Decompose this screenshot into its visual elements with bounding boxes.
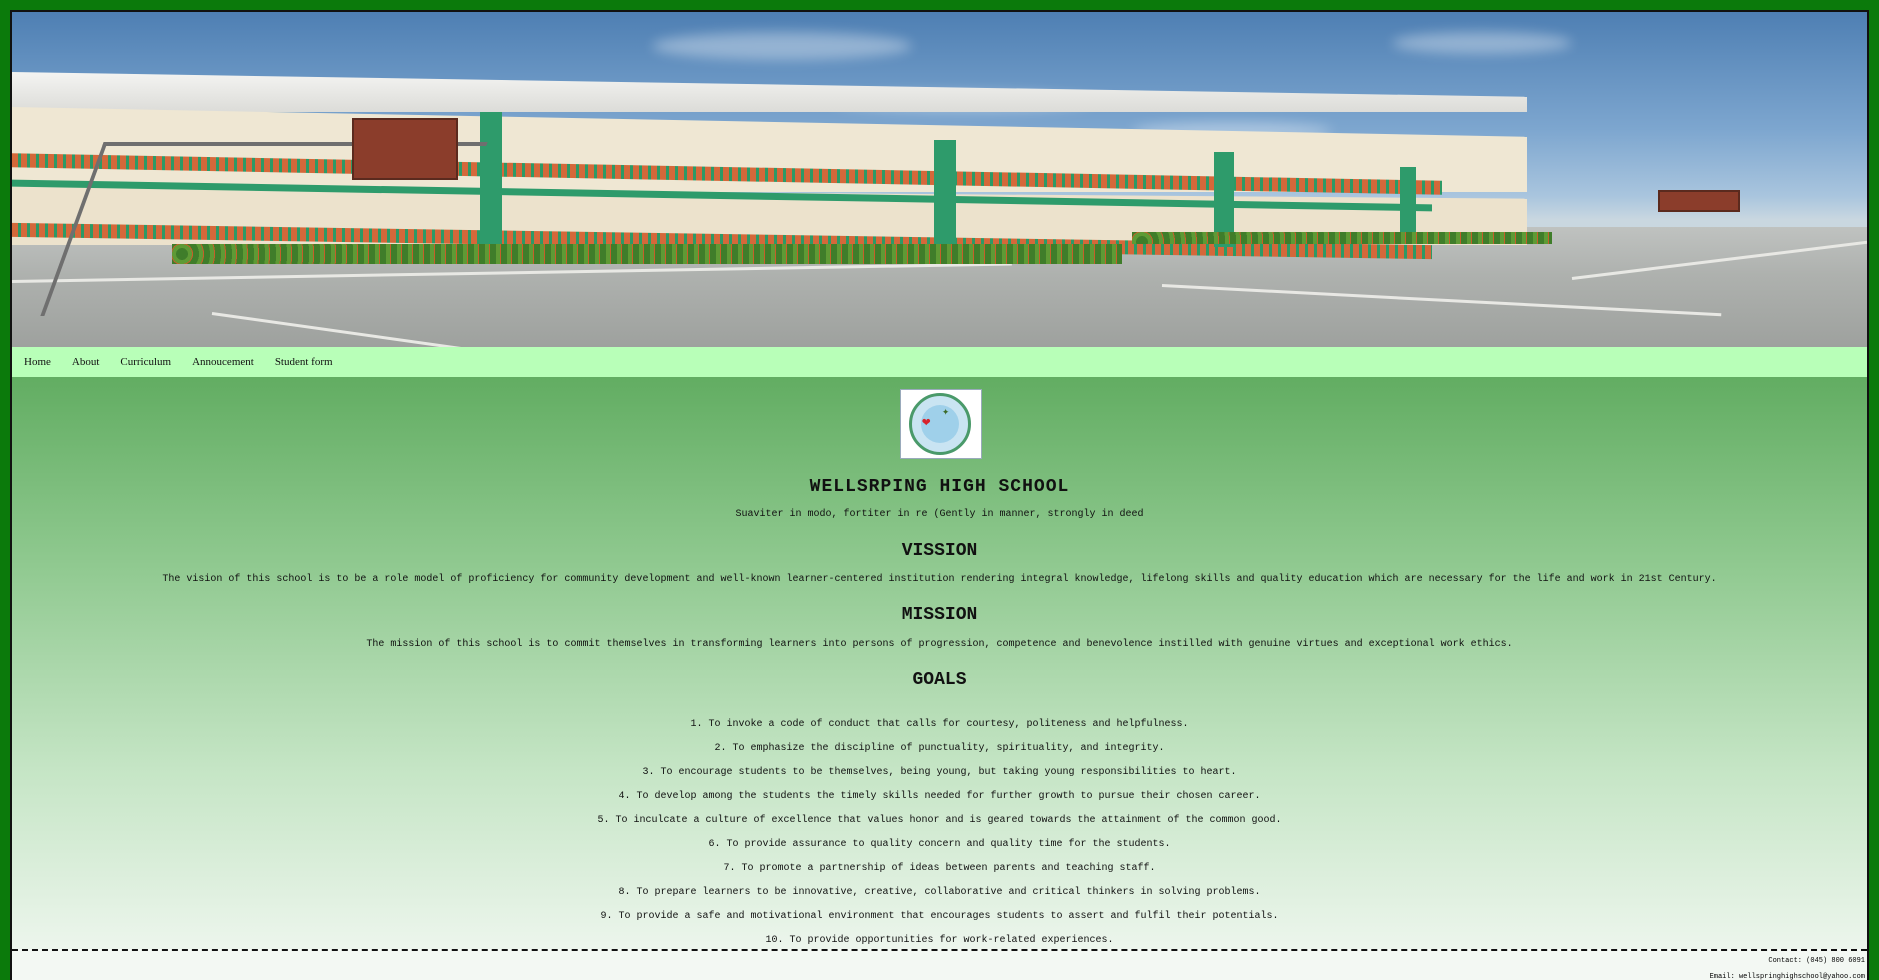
goal-item: 5. To inculcate a culture of excellence … — [597, 815, 1282, 826]
nav-home[interactable]: Home — [24, 356, 51, 368]
footer-email: Email: wellspringhighschool@yahoo.com — [1709, 973, 1865, 980]
main-content: ❤ ✦ WELLSRPING HIGH SCHOOL Suaviter in m… — [12, 377, 1867, 980]
goals-list: 1. To invoke a code of conduct that call… — [12, 713, 1867, 953]
vission-heading: VISSION — [901, 541, 978, 561]
school-title: WELLSRPING HIGH SCHOOL — [809, 477, 1070, 497]
goal-item: 2. To emphasize the discipline of punctu… — [714, 743, 1165, 754]
mission-text: The mission of this school is to commit … — [366, 639, 1513, 650]
page-frame: Home About Curriculum Annoucement Studen… — [10, 10, 1869, 980]
goal-item: 3. To encourage students to be themselve… — [642, 767, 1237, 778]
goals-heading: GOALS — [912, 670, 967, 690]
mission-heading: MISSION — [901, 605, 978, 625]
footer: Contact: (045) 800 6091 Email: wellsprin… — [12, 949, 1867, 980]
footer-contact: Contact: (045) 800 6091 — [1768, 957, 1865, 965]
nav-about[interactable]: About — [72, 356, 100, 368]
main-nav: Home About Curriculum Annoucement Studen… — [12, 347, 1867, 377]
goal-item: 7. To promote a partnership of ideas bet… — [723, 863, 1156, 874]
nav-announcement[interactable]: Annoucement — [192, 356, 254, 368]
goal-item: 8. To prepare learners to be innovative,… — [618, 887, 1261, 898]
vission-text: The vision of this school is to be a rol… — [162, 574, 1717, 585]
goal-item: 9. To provide a safe and motivational en… — [600, 911, 1279, 922]
goal-item: 1. To invoke a code of conduct that call… — [690, 719, 1189, 730]
school-motto: Suaviter in modo, fortiter in re (Gently… — [735, 509, 1144, 520]
goal-item: 6. To provide assurance to quality conce… — [708, 839, 1171, 850]
nav-curriculum[interactable]: Curriculum — [120, 356, 171, 368]
banner-image — [12, 12, 1867, 347]
nav-student-form[interactable]: Student form — [275, 356, 333, 368]
goal-item: 4. To develop among the students the tim… — [618, 791, 1261, 802]
school-seal-icon: ❤ ✦ — [900, 389, 982, 459]
